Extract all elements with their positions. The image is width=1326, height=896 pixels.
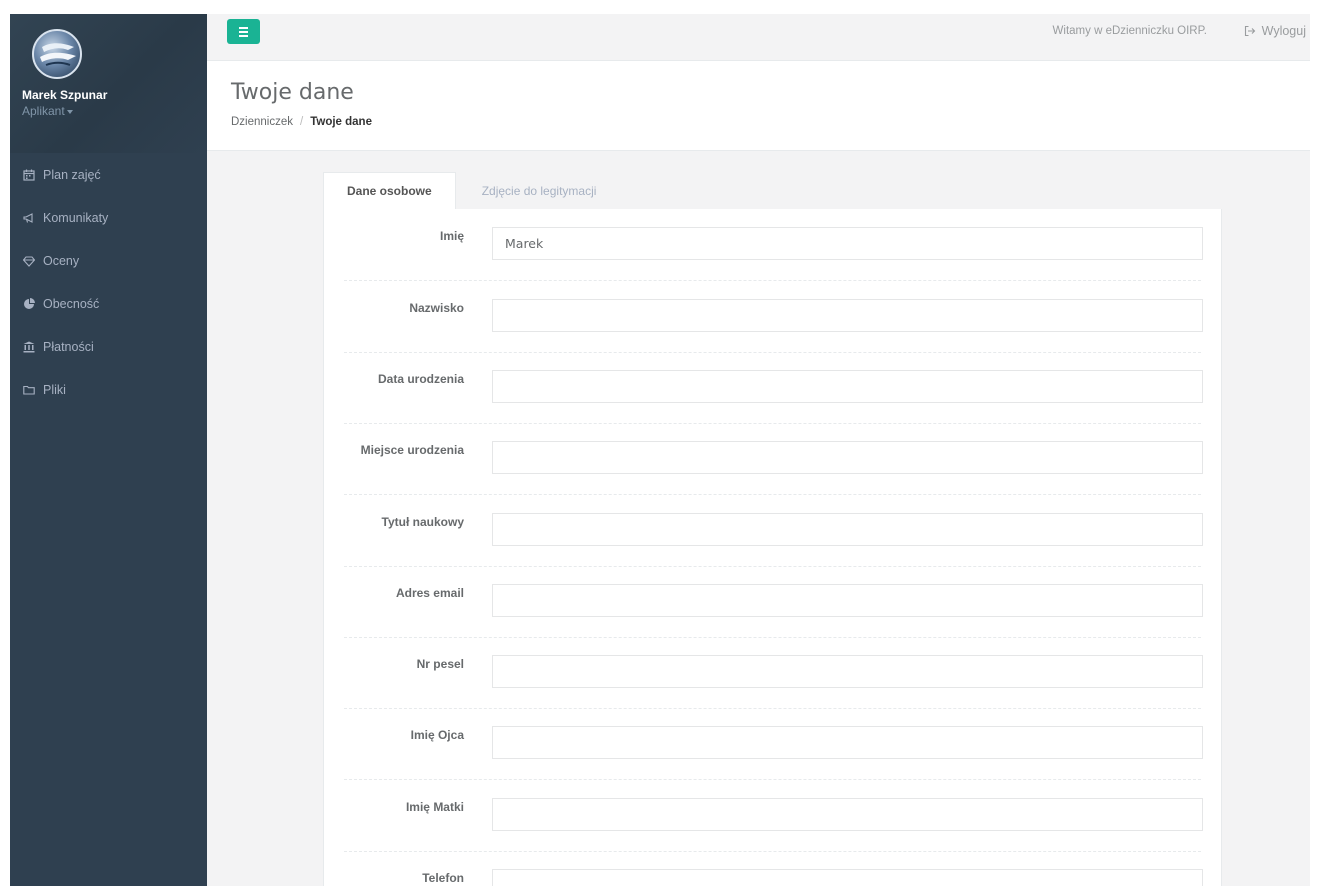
hamburger-icon — [239, 26, 248, 29]
diamond-icon — [22, 254, 36, 268]
bullhorn-icon — [22, 211, 36, 225]
calendar-icon — [22, 168, 36, 182]
tab-dane-osobowe[interactable]: Dane osobowe — [323, 172, 456, 209]
personal-data-form: Imię Nazwisko Data urodzenia Miejsce uro… — [323, 209, 1222, 886]
folder-icon — [22, 383, 36, 397]
first-name-input[interactable] — [492, 227, 1203, 260]
form-row-imie: Imię — [324, 209, 1221, 281]
phone-input[interactable] — [492, 869, 1203, 886]
sidebar-item-plan-zajec[interactable]: Plan zajęć — [10, 153, 207, 196]
field-label: Imię Ojca — [410, 728, 464, 742]
user-profile: Marek Szpunar Aplikant — [10, 14, 207, 153]
user-role-dropdown[interactable]: Aplikant — [22, 104, 195, 118]
sidebar-item-label: Obecność — [43, 296, 100, 311]
academic-title-input[interactable] — [492, 513, 1203, 546]
sidebar-item-label: Pliki — [43, 382, 66, 397]
sidebar-item-oceny[interactable]: Oceny — [10, 239, 207, 282]
birth-place-input[interactable] — [492, 441, 1203, 474]
breadcrumb-current: Twoje dane — [310, 116, 372, 128]
father-name-input[interactable] — [492, 726, 1203, 759]
field-label: Data urodzenia — [377, 372, 464, 386]
breadcrumb-separator: / — [300, 116, 304, 128]
user-role: Aplikant — [22, 104, 65, 118]
caret-down-icon — [66, 110, 73, 114]
app-window: Marek Szpunar Aplikant Plan zajęć Komuni… — [10, 14, 1310, 886]
sidebar-item-label: Płatności — [43, 339, 94, 354]
field-label: Adres email — [395, 586, 464, 600]
sidebar-nav: Plan zajęć Komunikaty Oceny Obecność Pła… — [10, 153, 207, 411]
sign-out-icon — [1244, 25, 1255, 37]
hamburger-icon — [239, 34, 248, 37]
sidebar-item-label: Komunikaty — [43, 210, 109, 225]
sidebar-item-pliki[interactable]: Pliki — [10, 368, 207, 411]
sidebar-item-label: Plan zajęć — [43, 167, 101, 182]
field-label: Imię — [439, 229, 464, 243]
field-label: Nazwisko — [409, 301, 464, 315]
form-row-data-urodzenia: Data urodzenia — [324, 352, 1221, 424]
page-heading: Twoje dane Dzienniczek / Twoje dane — [207, 61, 1310, 151]
birth-date-input[interactable] — [492, 370, 1203, 403]
form-row-miejsce-urodzenia: Miejsce urodzenia — [324, 423, 1221, 495]
top-navbar: Witamy w eDzienniczku OIRP. Wyloguj — [207, 14, 1310, 61]
tab-zdjecie-do-legitymacji[interactable]: Zdjęcie do legitymacji — [456, 172, 620, 209]
form-row-nazwisko: Nazwisko — [324, 281, 1221, 353]
field-label: Imię Matki — [405, 800, 464, 814]
form-row-adres-email: Adres email — [324, 566, 1221, 638]
logout-label: Wyloguj — [1261, 24, 1306, 38]
menu-toggle-button[interactable] — [227, 19, 260, 44]
welcome-message: Witamy w eDzienniczku OIRP. — [1052, 25, 1207, 37]
breadcrumb: Dzienniczek / Twoje dane — [231, 116, 1310, 128]
breadcrumb-home-link[interactable]: Dzienniczek — [231, 116, 293, 128]
pie-chart-icon — [22, 297, 36, 311]
form-row-nr-pesel: Nr pesel — [324, 637, 1221, 709]
field-label: Tytuł naukowy — [381, 515, 464, 529]
page-title: Twoje dane — [231, 80, 354, 105]
form-row-telefon: Telefon — [324, 851, 1221, 886]
field-label: Nr pesel — [416, 657, 464, 671]
avatar[interactable] — [32, 29, 82, 79]
sidebar-item-komunikaty[interactable]: Komunikaty — [10, 196, 207, 239]
avatar-image-icon — [40, 43, 76, 66]
profile-tabs: Dane osobowe Zdjęcie do legitymacji — [323, 172, 619, 209]
email-input[interactable] — [492, 584, 1203, 617]
form-row-imie-matki: Imię Matki — [324, 780, 1221, 852]
logout-link[interactable]: Wyloguj — [1244, 24, 1306, 38]
pesel-input[interactable] — [492, 655, 1203, 688]
sidebar-item-label: Oceny — [43, 253, 80, 268]
form-row-imie-ojca: Imię Ojca — [324, 708, 1221, 780]
sidebar-item-platnosci[interactable]: Płatności — [10, 325, 207, 368]
sidebar-item-obecnosc[interactable]: Obecność — [10, 282, 207, 325]
hamburger-icon — [239, 30, 248, 33]
last-name-input[interactable] — [492, 299, 1203, 332]
mother-name-input[interactable] — [492, 798, 1203, 831]
field-label: Telefon — [422, 871, 464, 885]
field-label: Miejsce urodzenia — [360, 443, 464, 457]
user-name: Marek Szpunar — [22, 88, 108, 102]
sidebar: Marek Szpunar Aplikant Plan zajęć Komuni… — [10, 14, 207, 886]
form-row-tytul-naukowy: Tytuł naukowy — [324, 495, 1221, 567]
bank-icon — [22, 340, 36, 354]
